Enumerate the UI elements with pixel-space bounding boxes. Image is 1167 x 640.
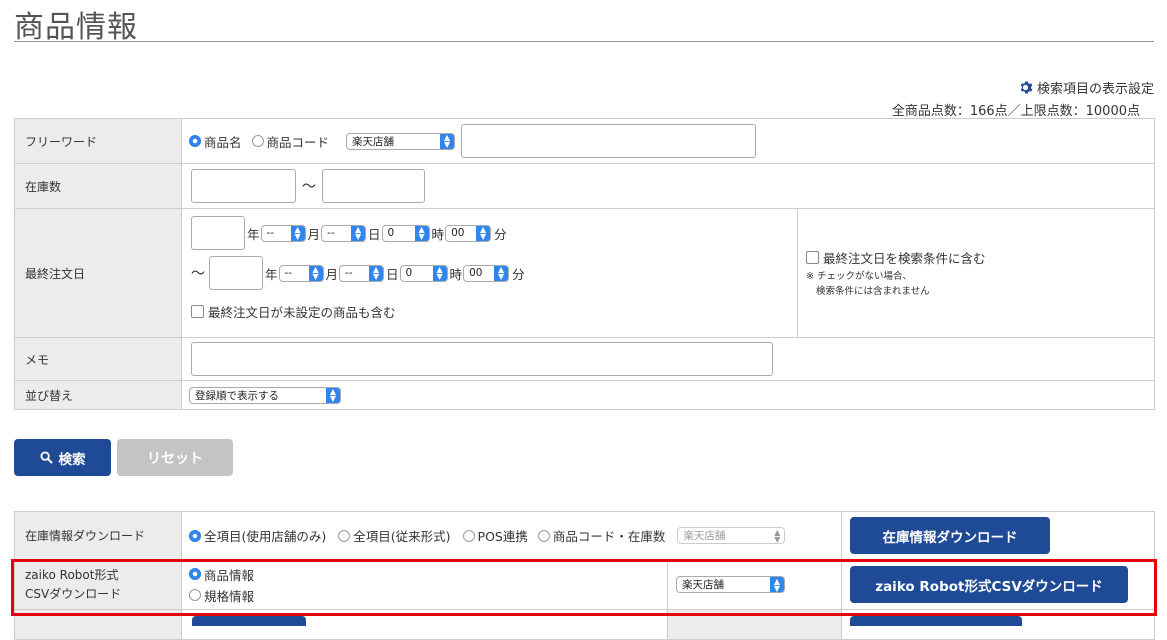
search-icon — [39, 451, 53, 464]
sort-select[interactable]: 登録順で表示する ▲ ▼ — [189, 386, 341, 404]
gear-icon — [1020, 81, 1033, 94]
radio-all-items-legacy[interactable]: 全項目(従来形式) — [338, 526, 451, 545]
last-order-label: 最終注文日 — [14, 208, 182, 338]
include-condition-checkbox[interactable]: 最終注文日を検索条件に含む — [806, 248, 986, 267]
stock-min-input[interactable] — [191, 169, 296, 203]
free-word-label: フリーワード — [14, 118, 182, 164]
from-minute-select[interactable]: 00 ▲ ▼ — [445, 224, 492, 242]
sort-label: 並び替え — [14, 380, 182, 410]
from-hour-select[interactable]: 0 ▲ ▼ — [381, 224, 430, 242]
search-button[interactable]: 検索 — [14, 439, 111, 476]
to-day-select[interactable]: -- ▲ ▼ — [339, 264, 385, 282]
radio-pos[interactable]: POS連携 — [462, 526, 528, 545]
condition-note-1: ※ チェックがない場合、 — [806, 270, 912, 282]
condition-note-2: 検索条件には含まれません — [816, 285, 930, 297]
last-order-to-year[interactable] — [209, 256, 263, 290]
stock-label: 在庫数 — [14, 163, 182, 209]
radio-product-name[interactable]: 商品名 — [189, 132, 242, 151]
search-form: フリーワード 商品名 商品コード 楽天店舗▲▼ 在庫数 〜 最終注文日 年 — [14, 118, 1155, 410]
stock-download-label: 在庫情報ダウンロード — [14, 511, 182, 560]
range-tilde: 〜 — [302, 179, 316, 195]
stock-download-button[interactable]: 在庫情報ダウンロード — [850, 517, 1051, 554]
to-month-select[interactable]: -- ▲ ▼ — [278, 264, 324, 282]
title-divider — [14, 41, 1154, 42]
free-word-store-select[interactable]: 楽天店舗 ▲ ▼ — [346, 132, 456, 150]
next-row-download-button[interactable] — [850, 616, 1023, 626]
to-hour-select[interactable]: 0 ▲ ▼ — [399, 264, 448, 282]
from-day-select[interactable]: -- ▲ ▼ — [321, 224, 367, 242]
chevron-updown-icon: ▲ ▼ — [326, 387, 340, 403]
chevron-updown-icon: ▲ ▼ — [440, 133, 455, 149]
include-unset-checkbox[interactable]: 最終注文日が未設定の商品も含む — [191, 302, 396, 321]
highlight-frame — [11, 559, 1157, 616]
radio-code-stock[interactable]: 商品コード・在庫数 — [537, 526, 665, 545]
radio-all-items-used[interactable]: 全項目(使用店舗のみ) — [189, 526, 326, 545]
reset-button[interactable]: リセット — [117, 439, 233, 476]
page-title: 商品情報 — [14, 10, 138, 45]
to-minute-select[interactable]: 00 ▲ ▼ — [463, 264, 510, 282]
last-order-from-year[interactable] — [191, 216, 245, 250]
stock-download-store-select[interactable]: 楽天店舗 ▲ ▼ — [677, 527, 786, 544]
memo-label: メモ — [14, 337, 182, 381]
next-row-button[interactable] — [192, 616, 306, 626]
product-count: 全商品点数：166点／上限点数：10000点 — [891, 104, 1140, 119]
free-word-input[interactable] — [461, 124, 757, 158]
from-month-select[interactable]: -- ▲ ▼ — [260, 224, 306, 242]
search-settings-link[interactable]: 検索項目の表示設定 — [1018, 78, 1154, 97]
memo-input[interactable] — [191, 342, 773, 376]
search-settings-label: 検索項目の表示設定 — [1036, 82, 1154, 97]
stock-max-input[interactable] — [322, 169, 425, 203]
radio-product-code[interactable]: 商品コード — [251, 132, 329, 151]
